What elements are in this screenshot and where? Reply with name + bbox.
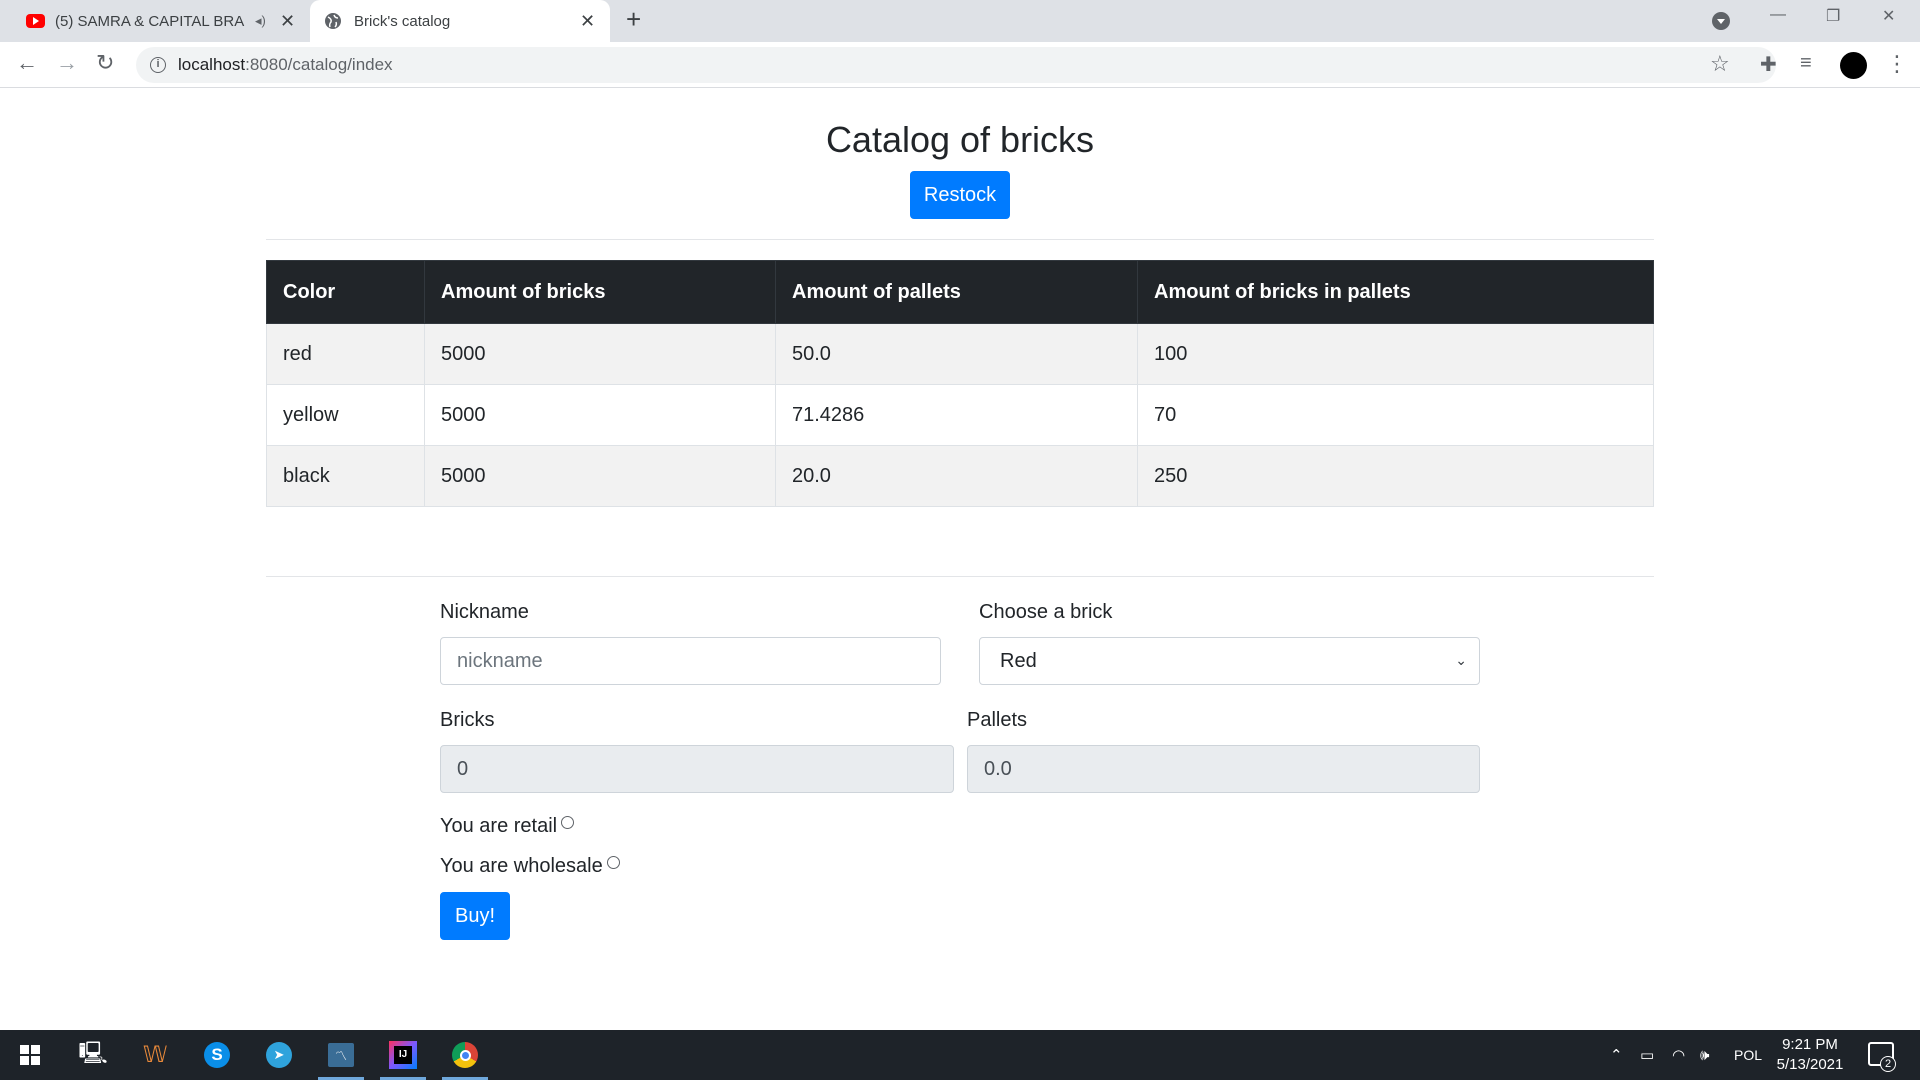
restore-icon[interactable]: ❐ xyxy=(1826,6,1840,26)
skype-icon[interactable]: S xyxy=(192,1030,242,1080)
page-title: Catalog of bricks xyxy=(825,119,1095,160)
address-bar[interactable]: i localhost:8080/catalog/index xyxy=(136,47,1776,83)
pallets-label: Pallets xyxy=(967,709,1028,731)
column-header-amount-pallets: Amount of pallets xyxy=(775,260,1138,324)
retail-label: You are retail xyxy=(440,815,558,837)
table-header-row: Color Amount of bricks Amount of pallets… xyxy=(266,260,1654,324)
tab-youtube[interactable]: (5) SAMRA & CAPITAL BRA - ◂) ✕ xyxy=(0,0,306,42)
extensions-puzzle-icon[interactable]: ✚ xyxy=(1760,52,1777,77)
restock-button[interactable]: Restock xyxy=(910,171,1010,219)
column-header-color: Color xyxy=(266,260,425,324)
nickname-placeholder: nickname xyxy=(457,649,543,672)
clock-time: 9:21 PM xyxy=(1782,1036,1838,1053)
telegram-icon[interactable]: ➤ xyxy=(254,1030,304,1080)
tab-title: Brick's catalog xyxy=(354,12,451,30)
cell-amount-bricks: 5000 xyxy=(424,323,776,385)
language-indicator[interactable]: POL xyxy=(1734,1030,1762,1080)
column-header-bricks-in-pallets: Amount of bricks in pallets xyxy=(1137,260,1654,324)
cell-bricks-in-pallets: 250 xyxy=(1137,445,1654,507)
cell-amount-bricks: 5000 xyxy=(424,384,776,446)
intellij-idea-icon[interactable]: IJ xyxy=(378,1030,428,1080)
globe-icon xyxy=(325,13,341,29)
cell-bricks-in-pallets: 100 xyxy=(1137,323,1654,385)
nickname-input[interactable]: nickname xyxy=(440,637,941,685)
divider xyxy=(266,576,1654,577)
audio-playing-icon[interactable]: ◂) xyxy=(255,13,266,29)
cell-bricks-in-pallets: 70 xyxy=(1137,384,1654,446)
retail-option: You are retail xyxy=(440,815,575,838)
tray-chevron-up-icon[interactable]: ⌃ xyxy=(1610,1030,1623,1080)
battery-icon[interactable]: ▭ xyxy=(1640,1030,1654,1080)
youtube-icon xyxy=(26,14,45,28)
bricks-field: 0 xyxy=(440,745,954,793)
new-tab-button[interactable]: + xyxy=(626,4,641,35)
cell-amount-pallets: 50.0 xyxy=(775,323,1138,385)
cell-color: yellow xyxy=(266,384,425,446)
system-clock[interactable]: 9:21 PM 5/13/2021 xyxy=(1770,1035,1850,1075)
browser-toolbar: ← → ↻ i localhost:8080/catalog/index ☆ ✚… xyxy=(0,42,1920,88)
url-text[interactable]: localhost:8080/catalog/index xyxy=(178,55,393,75)
notification-count-badge: 2 xyxy=(1880,1056,1896,1072)
tab-close-icon[interactable]: ✕ xyxy=(280,11,295,32)
pallets-field: 0.0 xyxy=(967,745,1480,793)
table-row: red 5000 50.0 100 xyxy=(266,323,1654,385)
bricks-table: Color Amount of bricks Amount of pallets… xyxy=(266,260,1654,507)
tab-close-icon[interactable]: ✕ xyxy=(580,11,595,32)
clock-date: 5/13/2021 xyxy=(1776,1056,1844,1073)
bricks-value: 0 xyxy=(457,757,469,780)
reload-icon[interactable]: ↻ xyxy=(96,50,114,76)
page-content: Catalog of bricks Restock Color Amount o… xyxy=(0,89,1920,1029)
nickname-label: Nickname xyxy=(440,601,529,623)
bookmark-star-icon[interactable]: ☆ xyxy=(1710,51,1730,77)
profile-avatar[interactable] xyxy=(1840,52,1867,79)
brick-select[interactable]: Red ⌄ xyxy=(979,637,1480,685)
cell-color: red xyxy=(266,323,425,385)
pallets-value: 0.0 xyxy=(984,757,1012,780)
retail-radio[interactable] xyxy=(561,816,575,829)
wholesale-label: You are wholesale xyxy=(440,855,603,877)
windows-start-icon[interactable] xyxy=(5,1030,55,1080)
menu-kebab-icon[interactable]: ⋮ xyxy=(1886,51,1908,77)
chevron-down-icon: ⌄ xyxy=(1455,652,1467,668)
minimize-icon[interactable]: — xyxy=(1770,6,1786,24)
file-explorer-icon[interactable]: 🖳 xyxy=(68,1030,118,1080)
back-icon[interactable]: ← xyxy=(16,50,38,76)
close-window-icon[interactable]: ✕ xyxy=(1882,6,1895,26)
cell-amount-pallets: 20.0 xyxy=(775,445,1138,507)
browser-tab-bar: (5) SAMRA & CAPITAL BRA - ◂) ✕ Brick's c… xyxy=(0,0,1920,42)
windows-taskbar: 🖳 𝕎 S ➤ 〽 IJ ⌃ ▭ ◠ 🕪 POL 9:21 PM 5/13/20… xyxy=(0,1030,1920,1080)
wholesale-option: You are wholesale xyxy=(440,855,620,878)
forward-icon[interactable]: → xyxy=(56,50,78,76)
volume-icon[interactable]: 🕪 xyxy=(1700,1030,1709,1080)
table-row: black 5000 20.0 250 xyxy=(266,445,1654,507)
chrome-icon[interactable] xyxy=(440,1030,490,1080)
cell-amount-pallets: 71.4286 xyxy=(775,384,1138,446)
wifi-icon[interactable]: ◠ xyxy=(1672,1030,1685,1080)
tab-bricks-catalog[interactable]: Brick's catalog ✕ xyxy=(310,0,610,42)
media-queue-icon[interactable]: ≡ xyxy=(1800,52,1812,75)
divider xyxy=(266,239,1654,240)
table-row: yellow 5000 71.4286 70 xyxy=(266,384,1654,446)
tab-title: (5) SAMRA & CAPITAL BRA - xyxy=(55,12,245,30)
wholesale-radio[interactable] xyxy=(606,856,620,869)
mysql-workbench-icon[interactable]: 〽 xyxy=(316,1030,366,1080)
winrar-icon[interactable]: 𝕎 xyxy=(130,1030,180,1080)
bricks-label: Bricks xyxy=(440,709,495,731)
choose-brick-label: Choose a brick xyxy=(979,601,1113,623)
tab-search-icon[interactable] xyxy=(1712,12,1730,30)
column-header-amount-bricks: Amount of bricks xyxy=(424,260,776,324)
buy-button[interactable]: Buy! xyxy=(440,892,510,940)
cell-amount-bricks: 5000 xyxy=(424,445,776,507)
brick-select-value: Red xyxy=(1000,649,1037,672)
site-info-icon[interactable]: i xyxy=(150,57,166,73)
cell-color: black xyxy=(266,445,425,507)
